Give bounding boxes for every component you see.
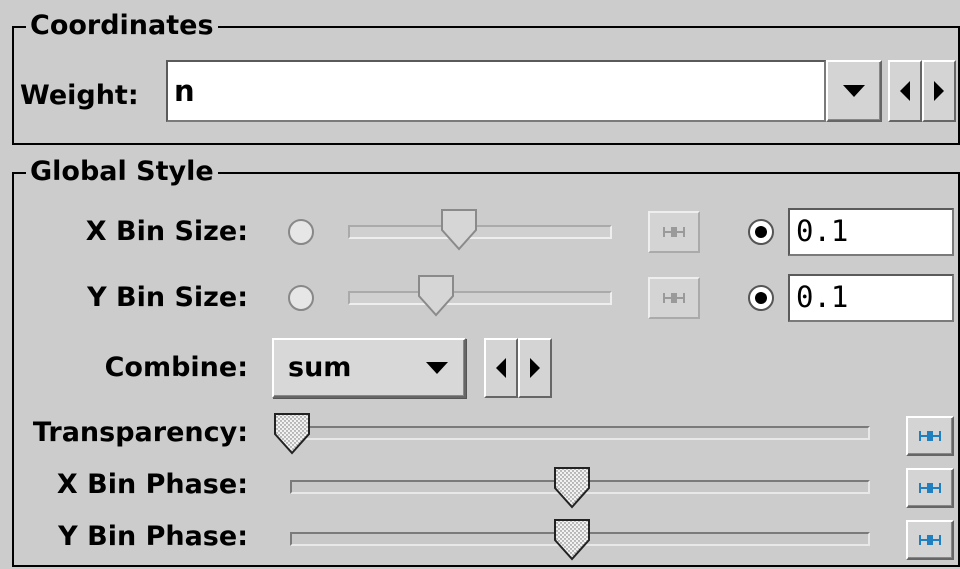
x-bin-size-reset-button[interactable] xyxy=(648,211,700,253)
weight-prev-next xyxy=(888,60,956,122)
x-bin-size-label: X Bin Size: xyxy=(85,216,248,247)
chevron-down-icon xyxy=(843,85,865,97)
weight-next-button[interactable] xyxy=(922,60,956,122)
global-style-title: Global Style xyxy=(26,155,218,189)
x-bin-phase-reset-button[interactable] xyxy=(906,468,954,508)
reset-slider-icon xyxy=(663,227,685,237)
combine-next-button[interactable] xyxy=(518,338,552,398)
coordinates-title: Coordinates xyxy=(26,9,218,43)
global-style-group: Global Style X Bin Size: 0.1 Y Bin Size:… xyxy=(12,155,960,567)
transparency-slider-track[interactable] xyxy=(280,426,870,440)
weight-dropdown-button[interactable] xyxy=(826,60,882,122)
y-bin-size-text-radio[interactable] xyxy=(748,285,774,311)
combine-value: sum xyxy=(288,352,352,383)
reset-slider-icon xyxy=(919,483,941,493)
x-bin-size-input[interactable]: 0.1 xyxy=(788,208,954,256)
x-bin-size-slider-thumb[interactable] xyxy=(439,208,479,252)
transparency-reset-button[interactable] xyxy=(906,416,954,456)
y-bin-phase-reset-button[interactable] xyxy=(906,520,954,560)
reset-slider-icon xyxy=(663,293,685,303)
weight-input[interactable]: n xyxy=(166,60,826,122)
chevron-down-icon xyxy=(426,362,448,374)
reset-slider-icon xyxy=(919,535,941,545)
arrow-right-icon xyxy=(530,358,540,378)
weight-input-value: n xyxy=(174,74,195,108)
weight-label: Weight: xyxy=(20,80,139,111)
transparency-slider-thumb[interactable] xyxy=(272,412,312,456)
y-bin-size-slider-track[interactable] xyxy=(348,291,612,305)
x-bin-phase-label: X Bin Phase: xyxy=(56,469,248,500)
combine-dropdown[interactable]: sum xyxy=(272,338,466,398)
arrow-left-icon xyxy=(900,81,910,101)
x-bin-size-slider-radio[interactable] xyxy=(288,219,314,245)
coordinates-group: Coordinates Weight: n xyxy=(12,9,960,145)
arrow-right-icon xyxy=(934,81,944,101)
y-bin-size-label: Y Bin Size: xyxy=(87,282,248,313)
y-bin-size-input[interactable]: 0.1 xyxy=(788,274,954,322)
x-bin-size-slider-track[interactable] xyxy=(348,225,612,239)
x-bin-size-value: 0.1 xyxy=(796,214,849,248)
x-bin-size-text-radio[interactable] xyxy=(748,219,774,245)
combine-prev-next xyxy=(484,338,552,398)
y-bin-size-slider-radio[interactable] xyxy=(288,285,314,311)
y-bin-size-slider-thumb[interactable] xyxy=(416,274,456,318)
y-bin-size-reset-button[interactable] xyxy=(648,277,700,319)
combine-prev-button[interactable] xyxy=(484,338,518,398)
combine-label: Combine: xyxy=(104,352,248,383)
y-bin-size-value: 0.1 xyxy=(796,280,849,314)
arrow-left-icon xyxy=(496,358,506,378)
y-bin-phase-label: Y Bin Phase: xyxy=(58,521,248,552)
weight-prev-button[interactable] xyxy=(888,60,922,122)
y-bin-phase-slider-thumb[interactable] xyxy=(552,518,592,562)
reset-slider-icon xyxy=(919,431,941,441)
x-bin-phase-slider-thumb[interactable] xyxy=(552,466,592,510)
transparency-label: Transparency: xyxy=(32,417,248,448)
